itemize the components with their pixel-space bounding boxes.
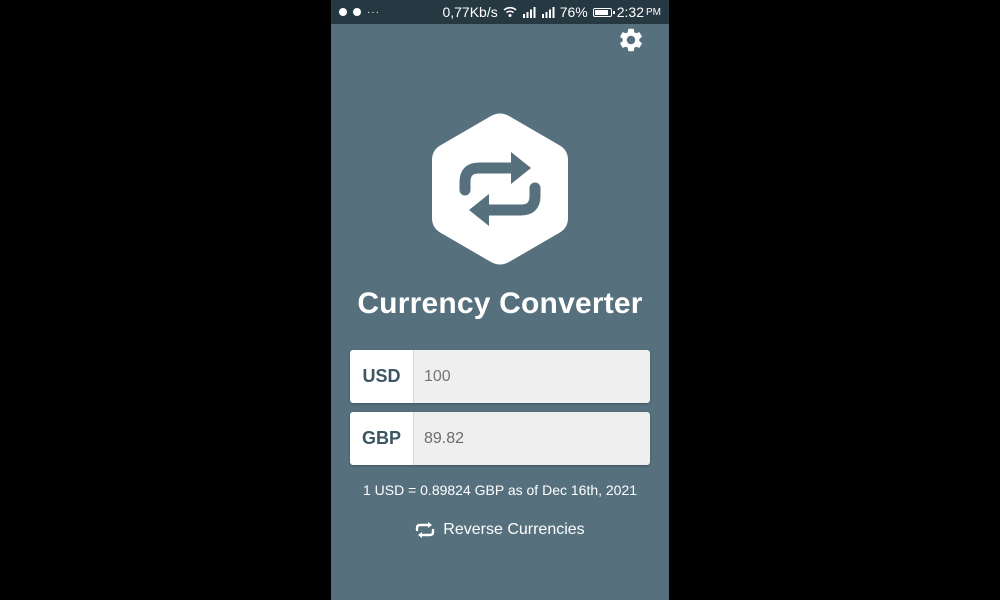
signal-icon (522, 7, 536, 18)
status-notifications: ··· (339, 7, 380, 18)
status-bar: ··· 0,77Kb/s 76% 2:32 PM (331, 0, 669, 24)
from-currency-selector[interactable]: USD (350, 350, 414, 403)
from-amount-input[interactable] (414, 350, 650, 403)
swap-arrows-icon (416, 522, 435, 538)
from-currency-row: USD (350, 350, 650, 403)
to-currency-row: GBP (350, 412, 650, 465)
gear-icon[interactable] (617, 26, 645, 54)
clock-ampm: PM (646, 6, 661, 18)
battery-icon (592, 7, 615, 17)
cloud-icon (339, 8, 347, 16)
battery-percent: 76% (559, 4, 588, 20)
wifi-icon (503, 6, 517, 17)
exchange-arrows-hexagon-icon (432, 113, 568, 265)
more-notifications-icon: ··· (367, 6, 380, 18)
to-currency-selector[interactable]: GBP (350, 412, 414, 465)
network-speed: 0,77Kb/s (442, 4, 498, 20)
reverse-currencies-button[interactable]: Reverse Currencies (331, 519, 669, 541)
phone-screen: ··· 0,77Kb/s 76% 2:32 PM Currency Conver… (331, 0, 669, 600)
reverse-currencies-label: Reverse Currencies (443, 521, 585, 538)
app-notification-icon (353, 8, 361, 16)
clock: 2:32 (616, 4, 644, 20)
app-title: Currency Converter (357, 287, 643, 320)
signal-icon-2 (541, 7, 555, 18)
to-amount-input[interactable] (414, 412, 650, 465)
exchange-rate-text: 1 USD = 0.89824 GBP as of Dec 16th, 2021 (362, 482, 638, 498)
